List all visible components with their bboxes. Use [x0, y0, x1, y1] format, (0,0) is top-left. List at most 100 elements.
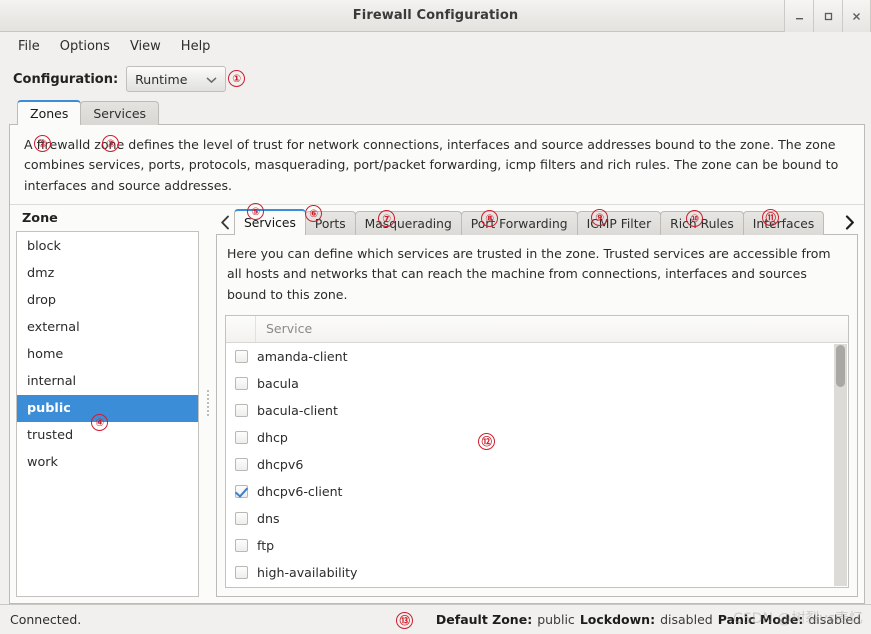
table-row[interactable]: dns: [226, 505, 848, 532]
services-table-header: Service: [226, 316, 848, 343]
zone-item-external[interactable]: external: [17, 314, 198, 341]
menu-bar: File Options View Help: [0, 32, 871, 60]
firewall-configuration-window: Firewall Configuration File Options Vie: [0, 0, 871, 634]
service-checkbox[interactable]: [226, 431, 256, 444]
table-row[interactable]: ftp: [226, 532, 848, 559]
service-checkbox[interactable]: [226, 566, 256, 579]
status-bar-details: Default Zone: public Lockdown: disabled …: [436, 612, 861, 627]
services-scrollbar-thumb[interactable]: [836, 345, 845, 387]
zone-pane: Zone block dmz drop external home intern…: [16, 209, 199, 597]
tab-services[interactable]: Services: [80, 101, 159, 125]
service-name: dhcpv6: [256, 457, 303, 472]
default-zone-label: Default Zone:: [436, 612, 532, 627]
maximize-button[interactable]: [813, 0, 842, 32]
zone-item-public[interactable]: public: [17, 395, 198, 422]
zone-description: A firewalld zone defines the level of tr…: [10, 125, 864, 205]
services-header-checkbox-column: [226, 315, 256, 342]
service-name: dhcp: [256, 430, 288, 445]
zone-item-dmz[interactable]: dmz: [17, 260, 198, 287]
table-row[interactable]: dhcpv6-client: [226, 478, 848, 505]
zone-item-home[interactable]: home: [17, 341, 198, 368]
service-name: dhcpv6-client: [256, 484, 343, 499]
tab-zone-ports[interactable]: Ports: [305, 211, 356, 235]
minimize-button[interactable]: [784, 0, 813, 32]
configuration-label: Configuration:: [13, 72, 118, 87]
maximize-icon: [823, 11, 834, 22]
tab-zone-services[interactable]: Services: [234, 209, 306, 235]
table-row[interactable]: amanda-client: [226, 343, 848, 370]
table-row[interactable]: bacula-client: [226, 397, 848, 424]
splitter-grip-icon: [207, 390, 209, 416]
panic-mode-label: Panic Mode:: [718, 612, 804, 627]
tab-zone-port-forwarding[interactable]: Port Forwarding: [461, 211, 578, 235]
service-name: bacula-client: [256, 403, 338, 418]
service-checkbox[interactable]: [226, 512, 256, 525]
zone-list-header: Zone: [16, 209, 199, 231]
services-table-rows: amanda-client bacula bacula-client: [226, 343, 848, 587]
configuration-select[interactable]: Runtime: [126, 66, 226, 92]
checkbox-unchecked-icon: [235, 458, 248, 471]
tab-zones[interactable]: Zones: [17, 100, 81, 125]
menu-item-view[interactable]: View: [121, 36, 170, 57]
table-row[interactable]: dhcp: [226, 424, 848, 451]
menu-item-file[interactable]: File: [9, 36, 49, 57]
zone-item-internal[interactable]: internal: [17, 368, 198, 395]
tabs-scroll-right-button[interactable]: [840, 209, 858, 235]
services-table: Service amanda-client bacula: [225, 315, 849, 588]
zone-item-work[interactable]: work: [17, 449, 198, 476]
tabs-scroll-left-button[interactable]: [216, 209, 234, 235]
window-controls: [784, 0, 871, 32]
service-checkbox[interactable]: [226, 539, 256, 552]
services-tab-panel: Here you can define which services are t…: [216, 234, 858, 597]
service-checkbox[interactable]: [226, 377, 256, 390]
table-row[interactable]: high-availability: [226, 559, 848, 586]
lockdown-label: Lockdown:: [580, 612, 655, 627]
table-row[interactable]: bacula: [226, 370, 848, 397]
services-description: Here you can define which services are t…: [225, 243, 849, 315]
services-header-service: Service: [256, 321, 312, 336]
minimize-icon: [794, 11, 805, 22]
checkbox-unchecked-icon: [235, 404, 248, 417]
main-notebook: Zones Services A firewalld zone defines …: [9, 100, 865, 604]
tab-zone-masquerading[interactable]: Masquerading: [355, 211, 462, 235]
pane-splitter-handle[interactable]: [205, 209, 210, 597]
menu-item-help[interactable]: Help: [172, 36, 220, 57]
lockdown-value: disabled: [660, 612, 713, 627]
table-row[interactable]: dhcpv6: [226, 451, 848, 478]
service-name: high-availability: [256, 565, 358, 580]
menu-item-options[interactable]: Options: [51, 36, 119, 57]
zone-item-drop[interactable]: drop: [17, 287, 198, 314]
checkbox-unchecked-icon: [235, 539, 248, 552]
panic-mode-value: disabled: [808, 612, 861, 627]
services-scrollbar[interactable]: [834, 344, 847, 586]
zone-item-block[interactable]: block: [17, 233, 198, 260]
configuration-row: Configuration: Runtime: [0, 60, 871, 98]
service-checkbox[interactable]: [226, 350, 256, 363]
zone-detail-tabs: Services Ports Masquerading Port Forward…: [234, 209, 840, 235]
zone-item-trusted[interactable]: trusted: [17, 422, 198, 449]
chevron-right-icon: [844, 215, 855, 230]
tab-zone-icmp-filter[interactable]: ICMP Filter: [577, 211, 662, 235]
checkbox-unchecked-icon: [235, 431, 248, 444]
checkbox-unchecked-icon: [235, 566, 248, 579]
status-bar: Connected. Default Zone: public Lockdown…: [0, 604, 871, 634]
service-checkbox[interactable]: [226, 485, 256, 498]
default-zone-value: public: [537, 612, 575, 627]
tab-zone-rich-rules[interactable]: Rich Rules: [660, 211, 744, 235]
close-button[interactable]: [842, 0, 871, 32]
close-icon: [851, 11, 862, 22]
service-checkbox[interactable]: [226, 404, 256, 417]
service-checkbox[interactable]: [226, 458, 256, 471]
connection-status: Connected.: [10, 612, 81, 627]
service-name: ftp: [256, 538, 274, 553]
zone-list[interactable]: block dmz drop external home internal pu…: [16, 231, 199, 597]
service-name: bacula: [256, 376, 299, 391]
chevron-down-icon: [206, 72, 217, 87]
chevron-left-icon: [220, 215, 231, 230]
checkbox-unchecked-icon: [235, 377, 248, 390]
zone-detail-tabstrip: Services Ports Masquerading Port Forward…: [216, 209, 858, 235]
tab-zone-interfaces[interactable]: Interfaces: [743, 211, 824, 235]
checkbox-unchecked-icon: [235, 512, 248, 525]
zone-detail-pane: Services Ports Masquerading Port Forward…: [216, 209, 858, 597]
service-name: dns: [256, 511, 280, 526]
